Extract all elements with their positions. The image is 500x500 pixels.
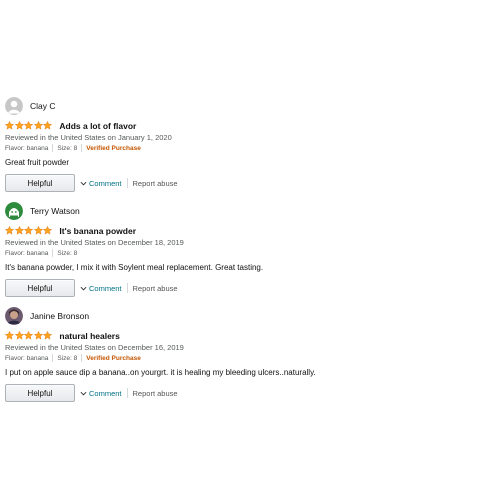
- divider: [126, 178, 128, 188]
- review-title[interactable]: natural healers: [59, 331, 119, 341]
- star-icon: [33, 226, 43, 235]
- size-label[interactable]: Size: 8: [57, 145, 77, 152]
- report-abuse-link[interactable]: Report abuse: [133, 389, 178, 398]
- comment-link[interactable]: Comment: [80, 284, 122, 293]
- divider: [52, 249, 54, 257]
- reviewer-profile[interactable]: Janine Bronson: [5, 306, 495, 326]
- review-date: Reviewed in the United States on Decembe…: [5, 343, 184, 352]
- comment-link[interactable]: Comment: [80, 179, 122, 188]
- star-icon: [14, 121, 24, 130]
- divider: [52, 144, 54, 152]
- star-icon: [43, 121, 53, 130]
- star-icon: [14, 331, 24, 340]
- review-item: Janine Bronson natural healers Reviewed …: [5, 306, 495, 402]
- review-date: Reviewed in the United States on Decembe…: [5, 238, 184, 247]
- helpful-button[interactable]: Helpful: [5, 174, 75, 192]
- chevron-down-icon: [80, 285, 87, 292]
- comment-label: Comment: [89, 283, 122, 293]
- divider: [126, 388, 128, 398]
- star-icon: [5, 121, 14, 130]
- review-title[interactable]: Adds a lot of flavor: [59, 121, 136, 131]
- divider: [52, 354, 54, 362]
- reviewer-name: Terry Watson: [30, 206, 80, 216]
- green-profile-avatar-icon: [5, 202, 23, 220]
- reviewer-name: Janine Bronson: [30, 311, 90, 321]
- chevron-down-icon: [80, 180, 87, 187]
- star-icon: [33, 331, 43, 340]
- chevron-down-icon: [80, 390, 87, 397]
- flavor-label[interactable]: Flavor: banana: [5, 145, 48, 152]
- star-icon: [24, 226, 34, 235]
- reviewer-profile[interactable]: Terry Watson: [5, 201, 495, 221]
- comment-label: Comment: [89, 388, 122, 398]
- flavor-label[interactable]: Flavor: banana: [5, 355, 48, 362]
- divider: [81, 354, 83, 362]
- star-icon: [33, 121, 43, 130]
- size-label[interactable]: Size: 8: [57, 355, 77, 362]
- reviewer-profile[interactable]: Clay C: [5, 96, 495, 116]
- review-body: It's banana powder, I mix it with Soylen…: [5, 263, 264, 272]
- verified-purchase-badge: Verified Purchase: [86, 354, 141, 362]
- review-body: Great fruit powder: [5, 158, 70, 167]
- star-rating[interactable]: [5, 226, 53, 235]
- flavor-label[interactable]: Flavor: banana: [5, 250, 48, 257]
- report-abuse-link[interactable]: Report abuse: [133, 179, 178, 188]
- star-rating[interactable]: [5, 121, 53, 130]
- star-icon: [14, 226, 24, 235]
- verified-purchase-badge: Verified Purchase: [86, 144, 141, 152]
- star-icon: [24, 331, 34, 340]
- comment-link[interactable]: Comment: [80, 389, 122, 398]
- star-icon: [5, 226, 14, 235]
- review-item: Clay C Adds a lot of flavor Reviewed in …: [5, 96, 495, 192]
- review-date: Reviewed in the United States on January…: [5, 133, 172, 142]
- report-abuse-link[interactable]: Report abuse: [133, 284, 178, 293]
- star-icon: [43, 331, 53, 340]
- reviewer-name: Clay C: [30, 101, 56, 111]
- review-title[interactable]: It's banana powder: [59, 226, 136, 236]
- comment-label: Comment: [89, 178, 122, 188]
- divider: [81, 144, 83, 152]
- review-item: Terry Watson It's banana powder Reviewed…: [5, 201, 495, 297]
- star-icon: [43, 226, 53, 235]
- default-avatar-icon: [5, 97, 23, 115]
- divider: [126, 283, 128, 293]
- star-rating[interactable]: [5, 331, 53, 340]
- star-icon: [5, 331, 14, 340]
- review-body: I put on apple sauce dip a banana..on yo…: [5, 368, 316, 377]
- helpful-button[interactable]: Helpful: [5, 279, 75, 297]
- star-icon: [24, 121, 34, 130]
- size-label[interactable]: Size: 8: [57, 250, 77, 257]
- helpful-button[interactable]: Helpful: [5, 384, 75, 402]
- photo-avatar-icon: [5, 307, 23, 325]
